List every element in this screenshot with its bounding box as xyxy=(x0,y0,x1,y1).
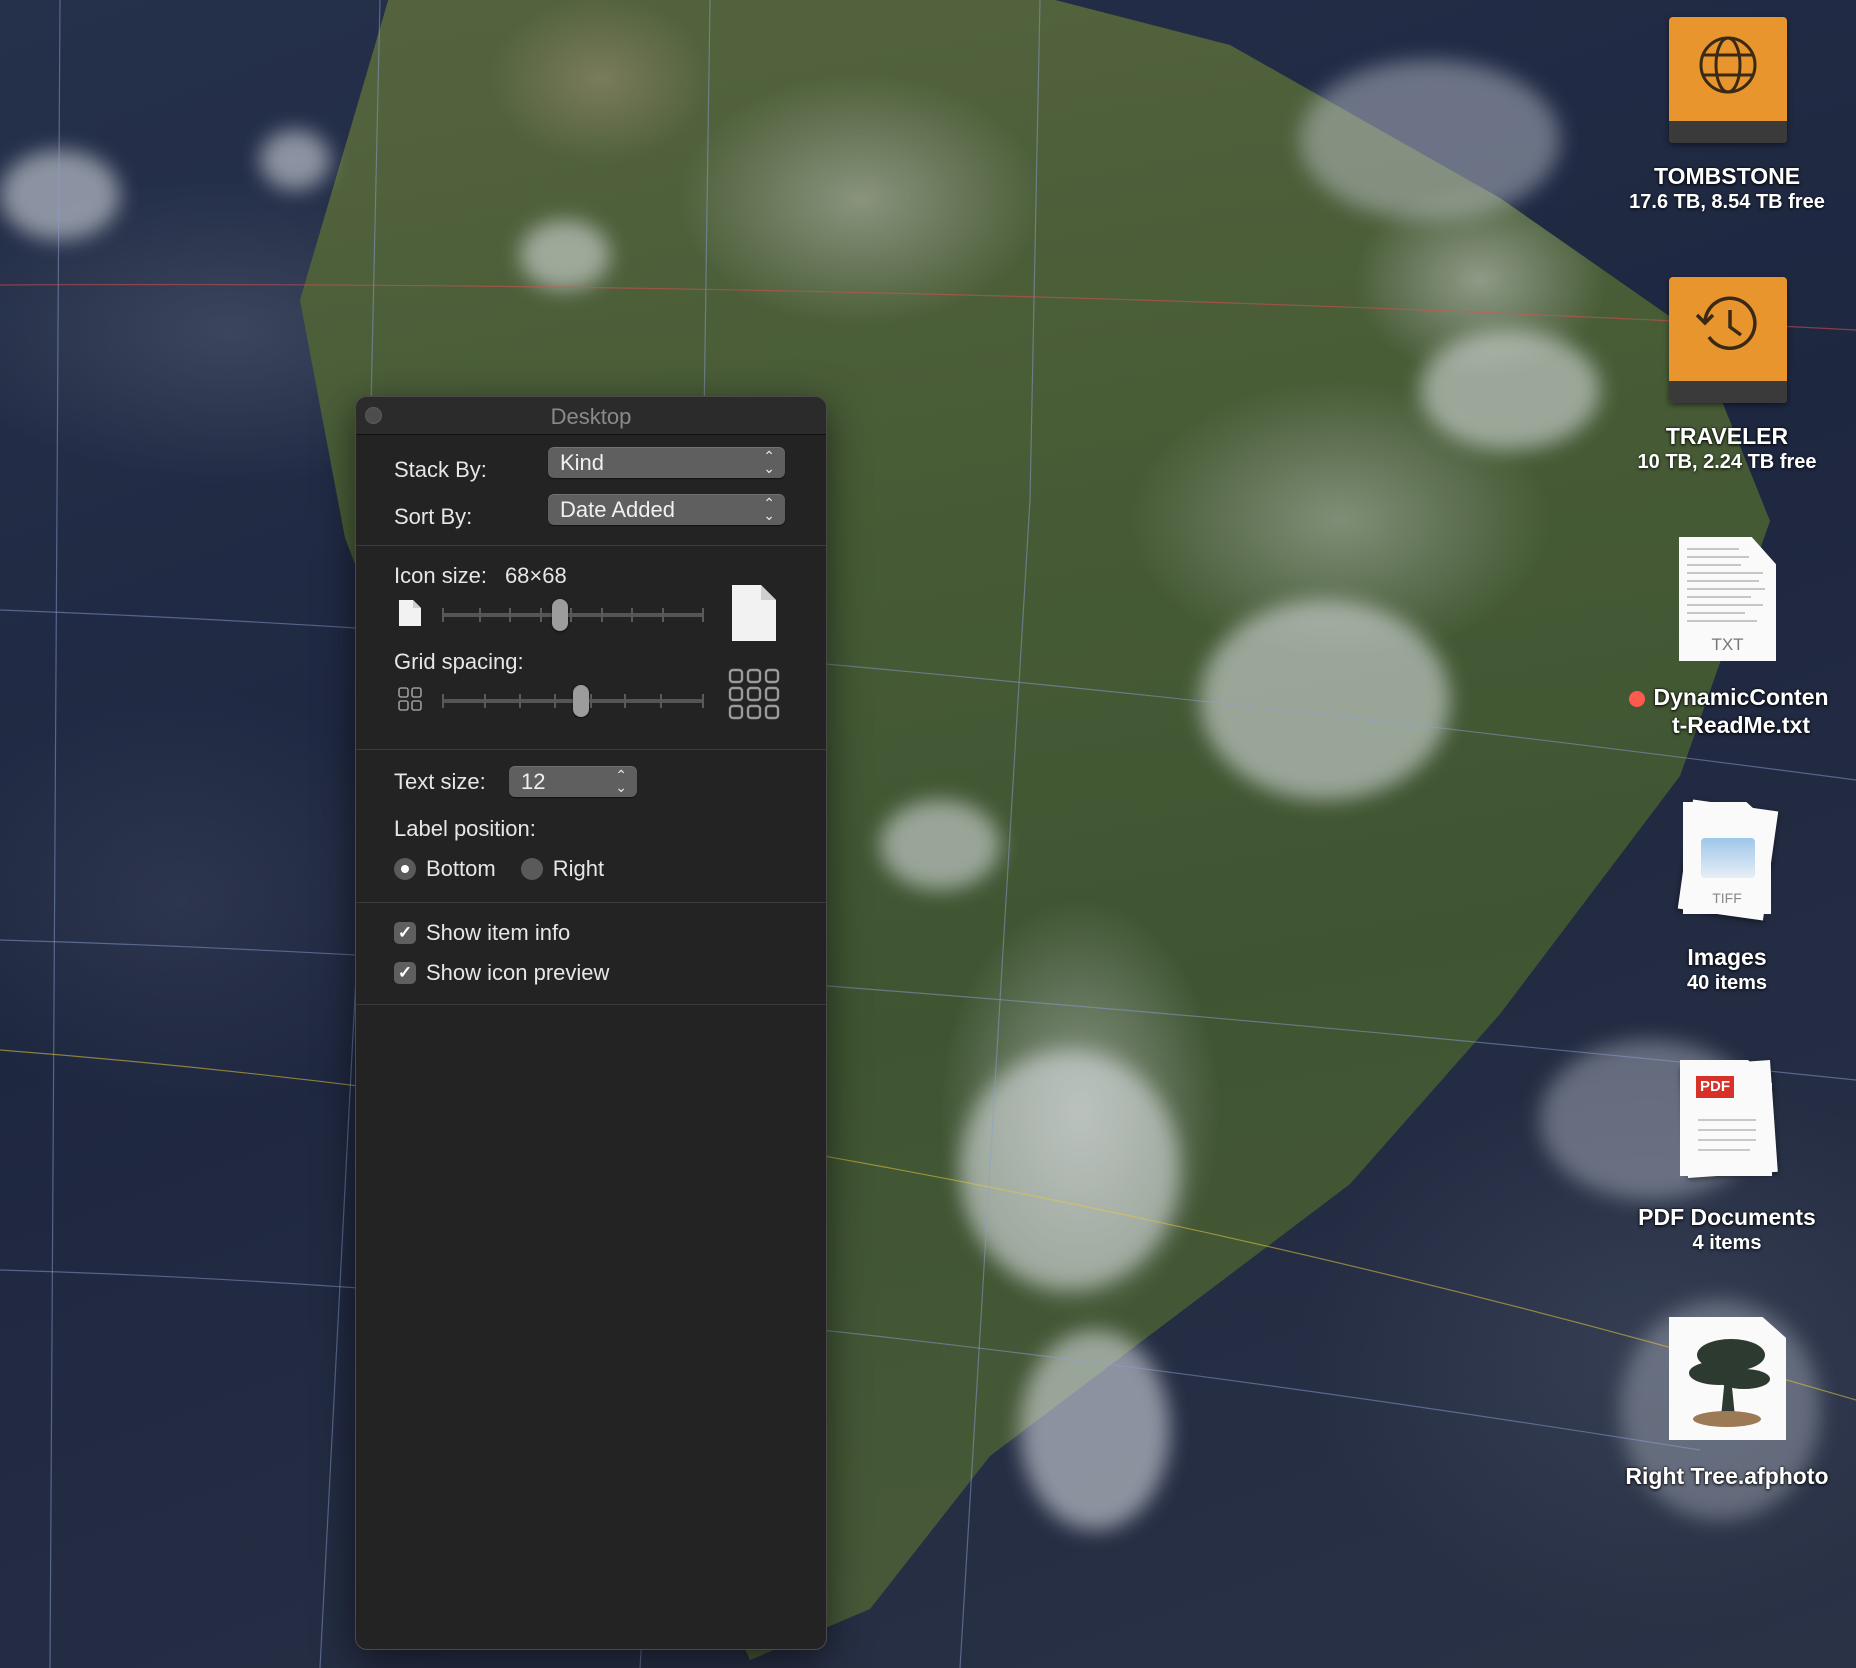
file-name-block: DynamicConten t-ReadMe.txt xyxy=(1597,683,1856,739)
tiff-badge: TIFF xyxy=(1683,890,1771,906)
time-machine-icon xyxy=(1669,277,1787,381)
images-stack[interactable]: Images 40 items xyxy=(1597,943,1856,995)
icon-size-slider[interactable] xyxy=(442,613,704,617)
small-grid-icon xyxy=(398,687,423,712)
text-section: Text size: 12 ⌃⌄ Label position: Bottom … xyxy=(356,750,826,903)
stack-info: 40 items xyxy=(1597,971,1856,995)
icon-size-value: 68×68 xyxy=(505,563,567,589)
file-name-line2: t-ReadMe.txt xyxy=(1672,712,1810,738)
bottom-radio[interactable] xyxy=(394,858,416,880)
tombstone-drive[interactable]: TOMBSTONE 17.6 TB, 8.54 TB free xyxy=(1597,162,1856,214)
stack-name: PDF Documents xyxy=(1597,1203,1856,1231)
right-radio[interactable] xyxy=(521,858,543,880)
latitude-longitude-grid xyxy=(0,0,1856,1668)
sort-by-label: Sort By: xyxy=(394,504,472,530)
sort-by-popup[interactable]: Date Added ⌃⌄ xyxy=(548,494,785,525)
show-icon-preview-checkbox[interactable]: ✓ xyxy=(394,962,416,984)
globe-icon xyxy=(1669,17,1787,121)
stack-name: Images xyxy=(1597,943,1856,971)
drive-name: TOMBSTONE xyxy=(1597,162,1856,190)
desktop-wallpaper xyxy=(0,0,1856,1668)
txt-badge: TXT xyxy=(1679,635,1776,655)
traveler-drive[interactable]: TRAVELER 10 TB, 2.24 TB free xyxy=(1597,422,1856,474)
text-size-label: Text size: xyxy=(394,769,486,795)
stack-by-popup[interactable]: Kind ⌃⌄ xyxy=(548,447,785,478)
right-tree-afphoto-file[interactable]: Right Tree.afphoto xyxy=(1597,1462,1856,1490)
right-radio-label[interactable]: Right xyxy=(553,856,604,882)
panel-titlebar[interactable]: Desktop xyxy=(356,397,826,435)
photo-document-icon[interactable] xyxy=(1669,1317,1786,1440)
bottom-radio-label[interactable]: Bottom xyxy=(426,856,496,882)
icon-size-slider-thumb[interactable] xyxy=(552,599,568,631)
text-size-popup[interactable]: 12 ⌃⌄ xyxy=(509,766,637,797)
drive-info: 10 TB, 2.24 TB free xyxy=(1597,450,1856,474)
text-document-icon[interactable]: TXT xyxy=(1679,537,1776,661)
size-section: Icon size: 68×68 Grid spacing: xyxy=(356,546,826,750)
stack-by-value: Kind xyxy=(560,450,604,475)
panel-title: Desktop xyxy=(356,404,826,430)
file-name: Right Tree.afphoto xyxy=(1597,1462,1856,1490)
drive-name: TRAVELER xyxy=(1597,422,1856,450)
pdf-stack-icon[interactable]: PDF xyxy=(1680,1060,1772,1176)
tree-thumbnail-icon xyxy=(1669,1317,1786,1440)
pdf-lines-icon xyxy=(1680,1060,1772,1176)
readme-text-file[interactable]: DynamicConten t-ReadMe.txt xyxy=(1597,683,1856,739)
file-name-line1: DynamicConten xyxy=(1653,684,1828,710)
image-thumbnail-icon xyxy=(1701,838,1755,878)
drive-info: 17.6 TB, 8.54 TB free xyxy=(1597,190,1856,214)
large-grid-icon xyxy=(728,668,780,720)
arrange-section: Stack By: Kind ⌃⌄ Sort By: Date Added ⌃⌄ xyxy=(356,435,826,546)
updown-chevron-icon: ⌃⌄ xyxy=(763,450,775,474)
traveler-drive-icon[interactable] xyxy=(1669,277,1787,403)
small-document-icon xyxy=(398,599,422,627)
stack-by-label: Stack By: xyxy=(394,457,487,483)
label-position-label: Label position: xyxy=(394,816,536,842)
icon-size-label: Icon size: xyxy=(394,563,487,589)
grid-spacing-slider[interactable] xyxy=(442,699,704,703)
large-document-icon xyxy=(731,584,777,642)
grid-spacing-slider-thumb[interactable] xyxy=(573,685,589,717)
grid-spacing-label: Grid spacing: xyxy=(394,649,524,675)
options-section: ✓ Show item info ✓ Show icon preview xyxy=(356,903,826,1005)
red-tag-icon xyxy=(1629,691,1645,707)
text-size-value: 12 xyxy=(521,769,545,794)
show-icon-preview-label[interactable]: Show icon preview xyxy=(426,960,609,986)
sort-by-value: Date Added xyxy=(560,497,675,522)
show-item-info-label[interactable]: Show item info xyxy=(426,920,570,946)
updown-chevron-icon: ⌃⌄ xyxy=(763,497,775,521)
updown-chevron-icon: ⌃⌄ xyxy=(615,769,627,793)
show-item-info-checkbox[interactable]: ✓ xyxy=(394,922,416,944)
stack-info: 4 items xyxy=(1597,1231,1856,1255)
pdf-documents-stack[interactable]: PDF Documents 4 items xyxy=(1597,1203,1856,1255)
desktop-view-options-panel: Desktop Stack By: Kind ⌃⌄ Sort By: Date … xyxy=(355,396,827,1650)
tombstone-drive-icon[interactable] xyxy=(1669,17,1787,143)
image-stack-icon[interactable]: TIFF xyxy=(1683,802,1771,914)
